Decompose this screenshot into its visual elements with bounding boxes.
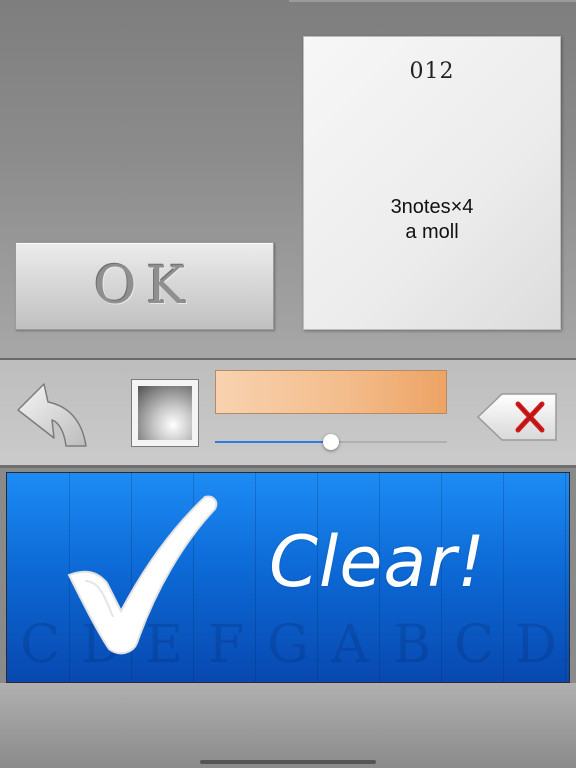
note-letter: A bbox=[331, 615, 369, 675]
volume-slider[interactable] bbox=[215, 432, 447, 452]
question-info-notes: 3notes×4 bbox=[390, 196, 474, 218]
home-indicator bbox=[200, 760, 376, 764]
undo-button[interactable] bbox=[14, 380, 90, 450]
note-letter: G bbox=[267, 615, 309, 675]
note-letter: C bbox=[20, 615, 60, 675]
check-mark-icon bbox=[67, 495, 218, 655]
question-info-key: a moll bbox=[405, 221, 459, 243]
sound-button[interactable] bbox=[131, 379, 199, 447]
clear-message: Clear! bbox=[269, 521, 487, 603]
clear-panel[interactable]: CDEFGABCD Clear! bbox=[6, 472, 570, 683]
divider bbox=[289, 0, 576, 2]
color-bar[interactable] bbox=[215, 370, 447, 414]
note-letter: D bbox=[515, 615, 557, 675]
undo-arrow-icon bbox=[17, 383, 87, 447]
note-letter: C bbox=[454, 615, 494, 675]
question-number: 012 bbox=[409, 59, 455, 84]
bottom-area bbox=[0, 683, 576, 768]
ok-button[interactable]: OK bbox=[15, 242, 274, 330]
note-letter: B bbox=[392, 615, 432, 675]
slider-thumb[interactable] bbox=[323, 434, 339, 450]
top-area: 012 3notes×4 a moll OK bbox=[0, 0, 576, 358]
sound-swatch-icon bbox=[138, 386, 192, 440]
delete-button[interactable] bbox=[476, 392, 558, 442]
delete-backspace-icon bbox=[476, 393, 557, 441]
question-card: 012 3notes×4 a moll bbox=[303, 36, 561, 330]
toolbar bbox=[0, 358, 576, 468]
question-info: 3notes×4 a moll bbox=[304, 195, 560, 245]
ok-button-label: OK bbox=[93, 256, 196, 316]
slider-track-fill bbox=[215, 441, 331, 443]
